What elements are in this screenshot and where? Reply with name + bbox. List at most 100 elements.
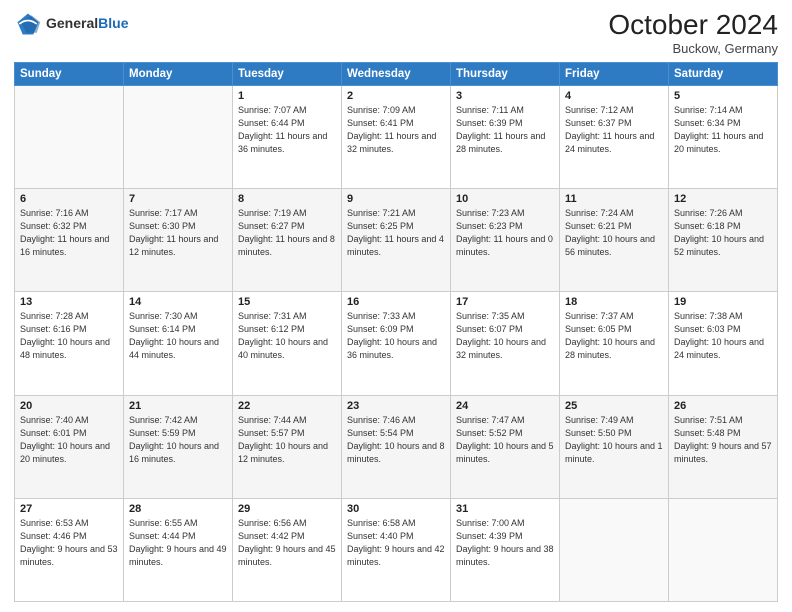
day-info: Sunrise: 7:23 AMSunset: 6:23 PMDaylight:… <box>456 207 554 259</box>
weekday-header: Monday <box>124 62 233 85</box>
calendar-cell: 29 Sunrise: 6:56 AMSunset: 4:42 PMDayligh… <box>233 498 342 601</box>
calendar-cell: 31 Sunrise: 7:00 AMSunset: 4:39 PMDayligh… <box>451 498 560 601</box>
day-number: 13 <box>20 296 118 308</box>
calendar-week-row: 1 Sunrise: 7:07 AMSunset: 6:44 PMDaylight… <box>15 85 778 188</box>
calendar-cell: 2 Sunrise: 7:09 AMSunset: 6:41 PMDaylight… <box>342 85 451 188</box>
day-info: Sunrise: 7:35 AMSunset: 6:07 PMDaylight:… <box>456 310 554 362</box>
day-number: 8 <box>238 193 336 205</box>
logo-blue: Blue <box>98 15 128 31</box>
calendar-cell: 5 Sunrise: 7:14 AMSunset: 6:34 PMDaylight… <box>669 85 778 188</box>
day-number: 12 <box>674 193 772 205</box>
day-info: Sunrise: 7:30 AMSunset: 6:14 PMDaylight:… <box>129 310 227 362</box>
calendar-cell: 9 Sunrise: 7:21 AMSunset: 6:25 PMDaylight… <box>342 189 451 292</box>
weekday-header: Thursday <box>451 62 560 85</box>
day-number: 18 <box>565 296 663 308</box>
calendar-cell: 15 Sunrise: 7:31 AMSunset: 6:12 PMDayligh… <box>233 292 342 395</box>
day-info: Sunrise: 7:26 AMSunset: 6:18 PMDaylight:… <box>674 207 772 259</box>
day-number: 17 <box>456 296 554 308</box>
day-number: 14 <box>129 296 227 308</box>
day-number: 16 <box>347 296 445 308</box>
calendar-cell: 23Sunrise: 7:46 AMSunset: 5:54 PMDayligh… <box>342 395 451 498</box>
day-info: Sunrise: 7:49 AMSunset: 5:50 PMDaylight:… <box>565 414 663 466</box>
day-number: 7 <box>129 193 227 205</box>
calendar-cell: 11 Sunrise: 7:24 AMSunset: 6:21 PMDayligh… <box>560 189 669 292</box>
day-info: Sunrise: 7:17 AMSunset: 6:30 PMDaylight:… <box>129 207 227 259</box>
calendar-cell: 14 Sunrise: 7:30 AMSunset: 6:14 PMDayligh… <box>124 292 233 395</box>
calendar-cell: 1 Sunrise: 7:07 AMSunset: 6:44 PMDaylight… <box>233 85 342 188</box>
calendar-cell: 12 Sunrise: 7:26 AMSunset: 6:18 PMDayligh… <box>669 189 778 292</box>
day-number: 19 <box>674 296 772 308</box>
day-number: 29 <box>238 503 336 515</box>
day-number: 10 <box>456 193 554 205</box>
calendar-cell: 17 Sunrise: 7:35 AMSunset: 6:07 PMDayligh… <box>451 292 560 395</box>
weekday-header: Saturday <box>669 62 778 85</box>
day-info: Sunrise: 7:00 AMSunset: 4:39 PMDaylight:… <box>456 517 554 569</box>
calendar-cell: 26 Sunrise: 7:51 AMSunset: 5:48 PMDayligh… <box>669 395 778 498</box>
calendar-cell <box>560 498 669 601</box>
page: GeneralBlue October 2024 Buckow, Germany… <box>0 0 792 612</box>
weekday-header: Sunday <box>15 62 124 85</box>
calendar: SundayMondayTuesdayWednesdayThursdayFrid… <box>14 62 778 602</box>
calendar-cell: 3Sunrise: 7:11 AMSunset: 6:39 PMDaylight… <box>451 85 560 188</box>
calendar-cell: 22Sunrise: 7:44 AMSunset: 5:57 PMDayligh… <box>233 395 342 498</box>
day-number: 9 <box>347 193 445 205</box>
day-info: Sunrise: 7:07 AMSunset: 6:44 PMDaylight:… <box>238 104 336 156</box>
title-block: October 2024 Buckow, Germany <box>608 10 778 56</box>
day-info: Sunrise: 7:19 AMSunset: 6:27 PMDaylight:… <box>238 207 336 259</box>
day-info: Sunrise: 7:44 AMSunset: 5:57 PMDaylight:… <box>238 414 336 466</box>
calendar-week-row: 27Sunrise: 6:53 AMSunset: 4:46 PMDayligh… <box>15 498 778 601</box>
calendar-cell: 4Sunrise: 7:12 AMSunset: 6:37 PMDaylight… <box>560 85 669 188</box>
day-info: Sunrise: 7:28 AMSunset: 6:16 PMDaylight:… <box>20 310 118 362</box>
day-number: 24 <box>456 400 554 412</box>
day-info: Sunrise: 7:24 AMSunset: 6:21 PMDaylight:… <box>565 207 663 259</box>
day-info: Sunrise: 7:14 AMSunset: 6:34 PMDaylight:… <box>674 104 772 156</box>
day-number: 3 <box>456 90 554 102</box>
calendar-cell <box>669 498 778 601</box>
weekday-header: Wednesday <box>342 62 451 85</box>
calendar-cell <box>15 85 124 188</box>
weekday-header: Friday <box>560 62 669 85</box>
calendar-cell: 30Sunrise: 6:58 AMSunset: 4:40 PMDayligh… <box>342 498 451 601</box>
calendar-cell: 7 Sunrise: 7:17 AMSunset: 6:30 PMDaylight… <box>124 189 233 292</box>
calendar-cell: 8 Sunrise: 7:19 AMSunset: 6:27 PMDaylight… <box>233 189 342 292</box>
day-info: Sunrise: 7:21 AMSunset: 6:25 PMDaylight:… <box>347 207 445 259</box>
calendar-cell: 18Sunrise: 7:37 AMSunset: 6:05 PMDayligh… <box>560 292 669 395</box>
day-info: Sunrise: 6:55 AMSunset: 4:44 PMDaylight:… <box>129 517 227 569</box>
calendar-cell: 24Sunrise: 7:47 AMSunset: 5:52 PMDayligh… <box>451 395 560 498</box>
day-number: 15 <box>238 296 336 308</box>
month-title: October 2024 <box>608 10 778 41</box>
calendar-week-row: 13 Sunrise: 7:28 AMSunset: 6:16 PMDayligh… <box>15 292 778 395</box>
logo-general: General <box>46 15 98 31</box>
day-number: 1 <box>238 90 336 102</box>
day-info: Sunrise: 7:09 AMSunset: 6:41 PMDaylight:… <box>347 104 445 156</box>
day-number: 6 <box>20 193 118 205</box>
day-number: 23 <box>347 400 445 412</box>
calendar-cell <box>124 85 233 188</box>
day-number: 4 <box>565 90 663 102</box>
logo-icon <box>14 10 42 38</box>
day-number: 31 <box>456 503 554 515</box>
day-info: Sunrise: 7:38 AMSunset: 6:03 PMDaylight:… <box>674 310 772 362</box>
day-number: 21 <box>129 400 227 412</box>
calendar-cell: 27Sunrise: 6:53 AMSunset: 4:46 PMDayligh… <box>15 498 124 601</box>
location: Buckow, Germany <box>608 41 778 56</box>
day-info: Sunrise: 7:51 AMSunset: 5:48 PMDaylight:… <box>674 414 772 466</box>
calendar-cell: 20Sunrise: 7:40 AMSunset: 6:01 PMDayligh… <box>15 395 124 498</box>
calendar-cell: 19 Sunrise: 7:38 AMSunset: 6:03 PMDayligh… <box>669 292 778 395</box>
day-number: 26 <box>674 400 772 412</box>
calendar-cell: 21Sunrise: 7:42 AMSunset: 5:59 PMDayligh… <box>124 395 233 498</box>
day-number: 25 <box>565 400 663 412</box>
day-number: 5 <box>674 90 772 102</box>
day-info: Sunrise: 6:56 AMSunset: 4:42 PMDaylight:… <box>238 517 336 569</box>
day-number: 2 <box>347 90 445 102</box>
calendar-cell: 6Sunrise: 7:16 AMSunset: 6:32 PMDaylight… <box>15 189 124 292</box>
logo-text: GeneralBlue <box>46 16 128 31</box>
day-number: 20 <box>20 400 118 412</box>
calendar-week-row: 20Sunrise: 7:40 AMSunset: 6:01 PMDayligh… <box>15 395 778 498</box>
calendar-cell: 16 Sunrise: 7:33 AMSunset: 6:09 PMDayligh… <box>342 292 451 395</box>
day-number: 11 <box>565 193 663 205</box>
day-info: Sunrise: 7:31 AMSunset: 6:12 PMDaylight:… <box>238 310 336 362</box>
calendar-cell: 10 Sunrise: 7:23 AMSunset: 6:23 PMDayligh… <box>451 189 560 292</box>
day-info: Sunrise: 7:33 AMSunset: 6:09 PMDaylight:… <box>347 310 445 362</box>
logo: GeneralBlue <box>14 10 128 38</box>
